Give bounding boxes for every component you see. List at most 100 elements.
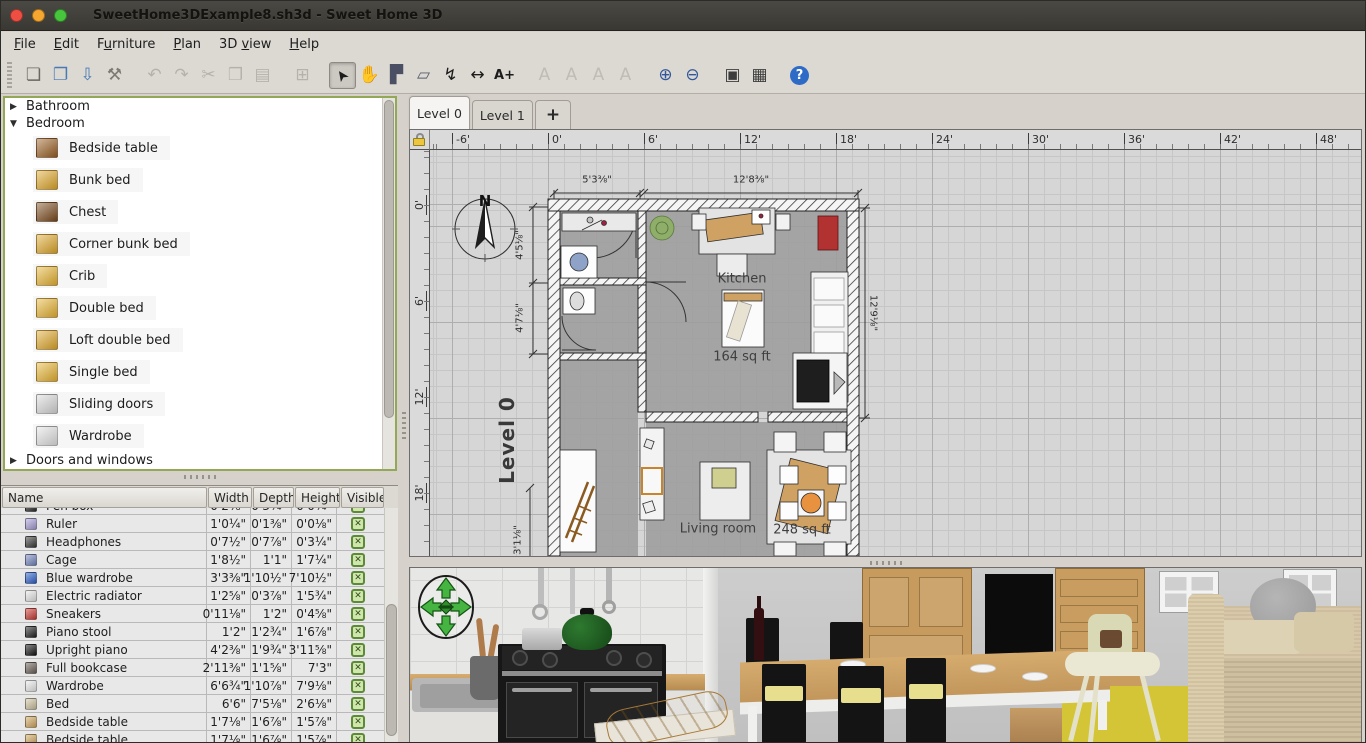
3d-view[interactable] — [409, 567, 1362, 742]
visible-checkbox[interactable]: ✕ — [351, 714, 365, 729]
close-window-button[interactable] — [10, 9, 23, 22]
table-row[interactable]: Headphones 0'7½" 0'7⅞" 0'3¼" ✕ — [1, 533, 384, 551]
create-polylines-tool-button[interactable]: ↯ — [437, 62, 464, 89]
preferences-button[interactable]: ⚒ — [101, 62, 128, 89]
italic-style-button[interactable]: A — [612, 62, 639, 89]
visible-checkbox[interactable]: ✕ — [351, 588, 365, 603]
furniture-list-scrollbar-thumb[interactable] — [386, 604, 397, 736]
create-rooms-tool-button[interactable]: ▱ — [410, 62, 437, 89]
compass[interactable]: N — [452, 192, 518, 262]
paste-button[interactable]: ▤ — [249, 62, 276, 89]
undo-button[interactable]: ↶ — [141, 62, 168, 89]
catalog-item-corner-bunk-bed[interactable]: Corner bunk bed — [33, 228, 395, 260]
table-row[interactable]: Bed 6'6" 7'5⅛" 2'6⅛" ✕ — [1, 695, 384, 713]
visible-checkbox[interactable]: ✕ — [351, 642, 365, 657]
menu-file[interactable]: File — [5, 34, 45, 55]
pan-tool-button[interactable]: ✋ — [356, 62, 383, 89]
add-level-tab[interactable]: + — [534, 100, 572, 129]
menu-edit[interactable]: Edit — [45, 34, 88, 55]
column-header-depth[interactable]: Depth — [253, 487, 294, 508]
visible-checkbox[interactable]: ✕ — [351, 696, 365, 711]
furniture-list-panel[interactable]: NameWidthDepthHeightVisible Pen box 0'2⅞"… — [1, 485, 398, 742]
room-area-label[interactable]: 164 sq ft — [713, 350, 771, 365]
table-row[interactable]: Ruler 1'0¼" 0'1⅜" 0'0⅛" ✕ — [1, 515, 384, 533]
minimize-window-button[interactable] — [32, 9, 45, 22]
catalog-category-bathroom[interactable]: ▶ Bathroom — [5, 98, 395, 115]
column-header-name[interactable]: Name — [2, 487, 207, 508]
plan-3d-splitter[interactable] — [409, 557, 1362, 567]
catalog-scrollbar-thumb[interactable] — [384, 100, 394, 418]
visible-checkbox[interactable]: ✕ — [351, 516, 365, 531]
menu-help[interactable]: Help — [280, 34, 328, 55]
column-header-visible[interactable]: Visible — [341, 487, 384, 508]
tab-level-1[interactable]: Level 1 — [471, 100, 533, 129]
create-dimensions-tool-button[interactable]: ↔ — [464, 62, 491, 89]
plan-view[interactable]: -6' 0' 6' 12' 18' 24' 30' 36' 42' 48' 0' 6' 12' 18' — [409, 129, 1362, 557]
letter-arrows-style-button[interactable]: A — [558, 62, 585, 89]
dimension-label[interactable]: 12'9⅛" — [868, 295, 879, 331]
catalog-scrollbar[interactable] — [382, 98, 395, 469]
table-row[interactable]: Blue wardrobe 3'3⅜" 1'10½" 7'10½" ✕ — [1, 569, 384, 587]
create-photo-button[interactable]: ▣ — [719, 62, 746, 89]
title-bar[interactable]: SweetHome3DExample8.sh3d - Sweet Home 3D — [1, 1, 1365, 31]
menu-plan[interactable]: Plan — [164, 34, 210, 55]
copy-button[interactable]: ❒ — [222, 62, 249, 89]
maximize-window-button[interactable] — [54, 9, 67, 22]
catalog-item-chest[interactable]: Chest — [33, 196, 395, 228]
visible-checkbox[interactable]: ✕ — [351, 624, 365, 639]
furniture-catalog-panel[interactable]: ▶ Bathroom ▼ Bedroom Bedside table Bunk bed Ch… — [3, 96, 397, 471]
table-row[interactable]: Pen box 0'2⅞"0'3¼"0'0¾" ✕ — [1, 508, 384, 515]
panels-splitter[interactable] — [398, 94, 409, 742]
redo-button[interactable]: ↷ — [168, 62, 195, 89]
add-texts-tool-button[interactable]: A+ — [491, 62, 518, 89]
dimension-label[interactable]: 4'7⅛" — [515, 303, 526, 333]
column-header-height[interactable]: Height — [295, 487, 340, 508]
catalog-item-bunk-bed[interactable]: Bunk bed — [33, 164, 395, 196]
menu-furniture[interactable]: Furniture — [88, 34, 164, 55]
dimension-label[interactable]: 4'5⅛" — [515, 230, 526, 260]
visible-checkbox[interactable]: ✕ — [351, 678, 365, 693]
help-button[interactable]: ? — [786, 62, 813, 89]
table-row[interactable]: Upright piano 4'2⅜" 1'9¾" 3'11⅝" ✕ — [1, 641, 384, 659]
visible-checkbox[interactable]: ✕ — [351, 570, 365, 585]
zoom-in-button[interactable]: ⊕ — [652, 62, 679, 89]
create-video-button[interactable]: ▦ — [746, 62, 773, 89]
visible-checkbox[interactable]: ✕ — [351, 606, 365, 621]
table-row[interactable]: Full bookcase 2'11⅜" 1'1⅝" 7'3" ✕ — [1, 659, 384, 677]
visible-checkbox[interactable]: ✕ — [351, 732, 365, 742]
table-row[interactable]: Piano stool 1'2" 1'2¾" 1'6⅞" ✕ — [1, 623, 384, 641]
room-name-label[interactable]: Living room — [680, 522, 756, 537]
plan-canvas[interactable]: N 5'3⅜" 12'8⅜" 4'5⅛" 4'7⅛" 12'9⅛" 3'1⅛" … — [430, 150, 1361, 556]
table-row[interactable]: Bedside table 1'7⅛" 1'6⅞" 1'5⅞" ✕ — [1, 713, 384, 731]
select-tool-button[interactable]: ➤ — [329, 61, 356, 89]
tab-level-0[interactable]: Level 0 — [409, 96, 470, 129]
open-button[interactable]: ❐ — [47, 62, 74, 89]
catalog-item-bedside-table[interactable]: Bedside table — [33, 132, 395, 164]
dimension-label[interactable]: 5'3⅜" — [582, 175, 612, 186]
table-row[interactable]: Wardrobe 6'6¾" 1'10⅞" 7'9⅛" ✕ — [1, 677, 384, 695]
room-area-label[interactable]: 248 sq ft — [773, 523, 831, 538]
catalog-category-doors-and-windows[interactable]: ▶ Doors and windows — [5, 452, 395, 469]
align-text-style-button[interactable]: A — [531, 62, 558, 89]
menu-3d-view[interactable]: 3D view — [210, 34, 280, 55]
catalog-item-single-bed[interactable]: Single bed — [33, 356, 395, 388]
catalog-item-crib[interactable]: Crib — [33, 260, 395, 292]
catalog-category-bedroom[interactable]: ▼ Bedroom — [5, 115, 395, 132]
visible-checkbox[interactable]: ✕ — [351, 552, 365, 567]
furniture-list-scrollbar[interactable] — [384, 508, 398, 742]
table-row[interactable]: Cage 1'8½" 1'1" 1'7¼" ✕ — [1, 551, 384, 569]
save-button[interactable]: ⇩ — [74, 62, 101, 89]
catalog-table-splitter[interactable] — [1, 471, 398, 485]
table-row[interactable]: Bedside table 1'7⅛" 1'6⅞" 1'5⅞" ✕ — [1, 731, 384, 742]
dimension-label[interactable]: 3'1⅛" — [513, 525, 524, 555]
catalog-item-sliding-doors[interactable]: Sliding doors — [33, 388, 395, 420]
catalog-item-double-bed[interactable]: Double bed — [33, 292, 395, 324]
cut-button[interactable]: ✂ — [195, 62, 222, 89]
dimension-label[interactable]: 12'8⅜" — [733, 175, 769, 186]
new-home-button[interactable]: ❏ — [20, 62, 47, 89]
3d-navigation-control[interactable] — [416, 574, 476, 640]
catalog-item-loft-double-bed[interactable]: Loft double bed — [33, 324, 395, 356]
create-walls-tool-button[interactable]: ▛ — [383, 62, 410, 89]
add-furniture-button[interactable]: ⊞ — [289, 62, 316, 89]
visible-checkbox[interactable]: ✕ — [351, 534, 365, 549]
